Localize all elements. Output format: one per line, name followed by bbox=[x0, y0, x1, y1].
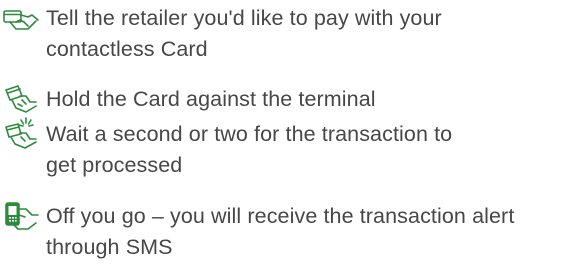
step-line: Wait a second or two for the transaction… bbox=[46, 122, 453, 146]
step-line: get processed bbox=[46, 153, 183, 177]
hand-phone-sms-icon bbox=[2, 201, 40, 231]
step-text: Hold the Card against the terminal bbox=[46, 84, 566, 115]
hand-tap-card-icon bbox=[2, 117, 40, 149]
step-line: through SMS bbox=[46, 235, 173, 259]
step-text: Wait a second or two for the transaction… bbox=[46, 119, 566, 181]
step-text: Tell the retailer you'd like to pay with… bbox=[46, 3, 566, 65]
payment-steps-list: Tell the retailer you'd like to pay with… bbox=[0, 0, 572, 280]
step-text: Off you go – you will receive the transa… bbox=[46, 201, 566, 263]
step-line: Tell the retailer you'd like to pay with… bbox=[46, 6, 442, 30]
step-line: Off you go – you will receive the transa… bbox=[46, 204, 515, 228]
step-line: Hold the Card against the terminal bbox=[46, 87, 376, 111]
step-line: contactless Card bbox=[46, 37, 208, 61]
hand-hold-card-icon bbox=[2, 84, 40, 114]
hand-card-tell-icon bbox=[2, 9, 40, 39]
